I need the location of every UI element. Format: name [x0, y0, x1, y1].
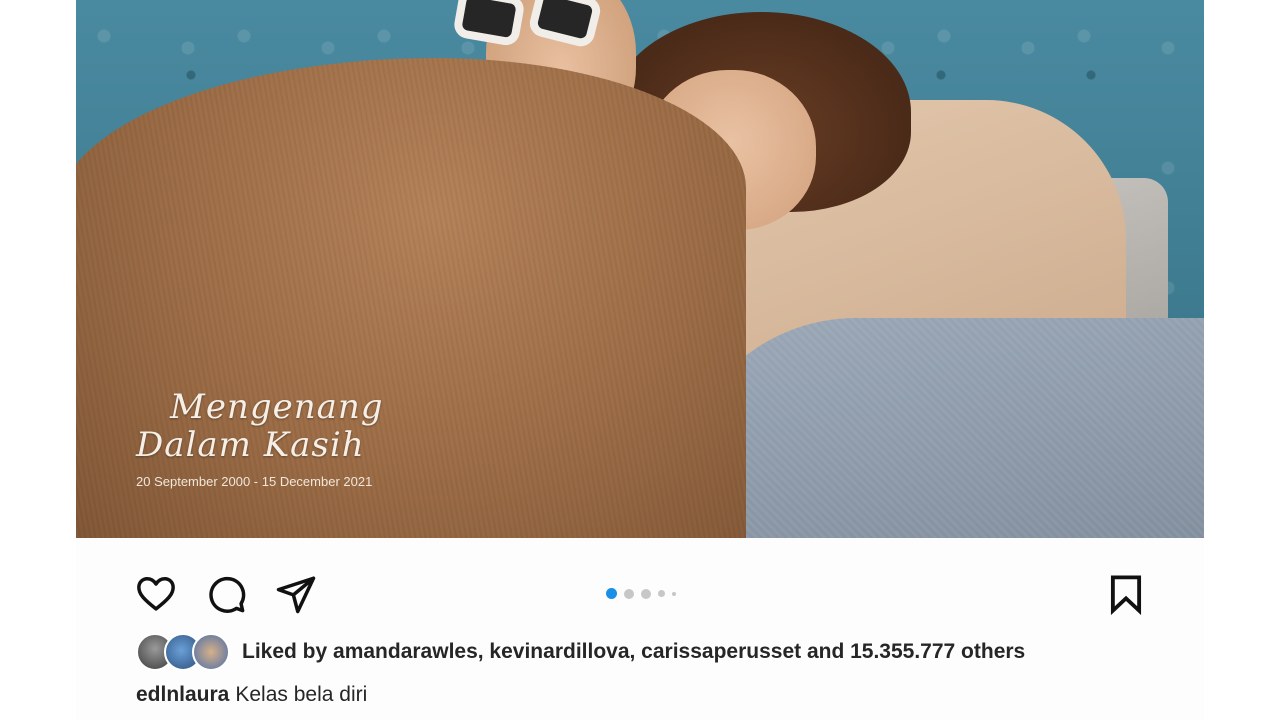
liker-avatars[interactable] [136, 633, 236, 671]
like-button[interactable] [134, 572, 178, 616]
memorial-title-line1: Mengenang [170, 387, 384, 427]
paper-plane-icon [276, 576, 316, 614]
sunglasses [452, 0, 606, 50]
carousel-dot[interactable] [624, 588, 634, 599]
save-button[interactable] [1104, 572, 1148, 616]
carousel-dot[interactable] [672, 591, 676, 596]
caption-username[interactable]: edlnlaura [136, 683, 229, 706]
carousel-indicator [606, 588, 676, 599]
post-caption: edlnlaura Kelas bela diri [136, 683, 367, 707]
likes-count-text[interactable]: Liked by amandarawles, kevinardillova, c… [242, 640, 1025, 664]
action-bar [76, 538, 1204, 634]
caption-text: Kelas bela diri [235, 683, 368, 706]
avatar[interactable] [192, 633, 230, 671]
comment-button[interactable] [204, 572, 248, 616]
post-photo[interactable]: Mengenang Dalam Kasih 20 September 2000 … [76, 0, 1204, 538]
carousel-dot[interactable] [641, 588, 651, 599]
memorial-dates: 20 September 2000 - 15 December 2021 [136, 474, 373, 489]
memorial-overlay: Mengenang Dalam Kasih 20 September 2000 … [136, 388, 384, 489]
likes-row: Liked by amandarawles, kevinardillova, c… [136, 632, 1025, 672]
share-button[interactable] [274, 572, 318, 616]
grey-blanket [676, 318, 1204, 538]
heart-icon [137, 577, 175, 611]
carousel-dot-active[interactable] [606, 588, 617, 599]
bookmark-icon [1110, 575, 1142, 615]
carousel-dot[interactable] [658, 590, 665, 597]
comment-icon [209, 576, 246, 613]
memorial-title-line2: Dalam Kasih [136, 425, 365, 465]
instagram-post: Mengenang Dalam Kasih 20 September 2000 … [76, 0, 1204, 720]
